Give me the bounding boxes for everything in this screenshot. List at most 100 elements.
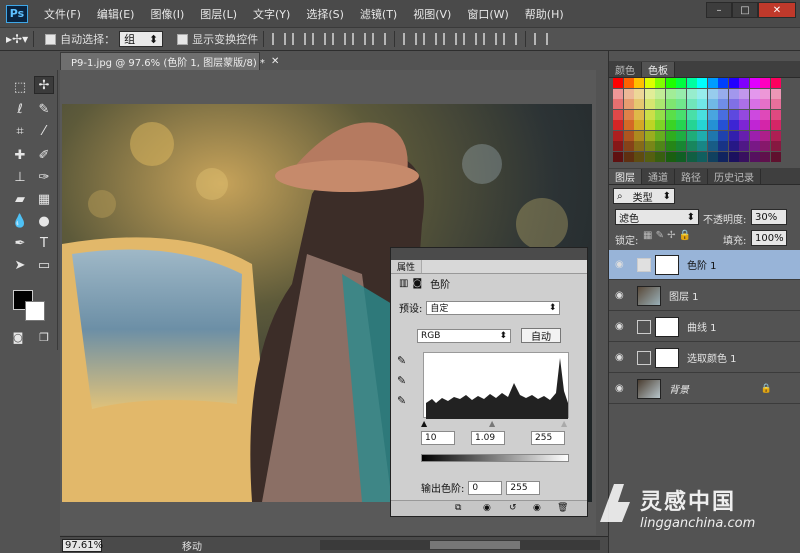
tab-paths[interactable]: 路径 xyxy=(675,169,708,184)
color-swatch[interactable] xyxy=(655,99,665,109)
color-swatch[interactable] xyxy=(655,141,665,151)
color-swatch[interactable] xyxy=(655,130,665,141)
color-swatch[interactable] xyxy=(676,151,686,162)
input-sliders[interactable]: ▲ ▲ ▲ xyxy=(421,419,571,428)
color-swatch[interactable] xyxy=(634,88,644,99)
quick-mask-icon[interactable]: ◙ xyxy=(8,328,28,346)
fill-field[interactable]: 100% xyxy=(751,230,787,246)
color-swatch[interactable] xyxy=(613,109,623,120)
history-brush-tool-icon[interactable]: ✑ xyxy=(34,168,54,186)
color-swatch[interactable] xyxy=(770,99,781,109)
color-swatch[interactable] xyxy=(728,109,739,120)
layer-row[interactable]: ◉ 色阶 1 xyxy=(609,250,800,280)
color-swatch[interactable] xyxy=(760,151,770,162)
color-swatch[interactable] xyxy=(686,109,697,120)
color-swatch[interactable] xyxy=(760,141,770,151)
gamma-slider-icon[interactable]: ▲ xyxy=(489,419,495,428)
path-select-tool-icon[interactable]: ➤ xyxy=(10,256,30,274)
layer-mask-thumbnail[interactable] xyxy=(655,316,679,337)
color-swatch[interactable] xyxy=(728,130,739,141)
menu-image[interactable]: 图像(I) xyxy=(142,6,192,22)
white-point-eyedropper-icon[interactable]: ✎ xyxy=(397,394,406,414)
layer-mask-thumbnail[interactable] xyxy=(655,347,679,368)
lock-icons[interactable]: ▦ ✎ ✢ 🔒 xyxy=(643,230,691,241)
color-swatch[interactable] xyxy=(665,78,676,88)
quick-select-tool-icon[interactable]: ✎ xyxy=(34,100,54,118)
color-swatch[interactable] xyxy=(665,130,676,141)
color-swatch[interactable] xyxy=(665,99,676,109)
color-swatch[interactable] xyxy=(686,99,697,109)
color-swatch[interactable] xyxy=(728,88,739,99)
color-swatch[interactable] xyxy=(676,78,686,88)
healing-brush-tool-icon[interactable]: ✚ xyxy=(10,146,30,164)
color-swatch[interactable] xyxy=(676,120,686,130)
tab-history[interactable]: 历史记录 xyxy=(708,169,761,184)
color-swatch[interactable] xyxy=(707,151,718,162)
color-swatch[interactable] xyxy=(749,78,760,88)
color-swatch[interactable] xyxy=(718,99,728,109)
color-swatch[interactable] xyxy=(749,120,760,130)
color-swatch[interactable] xyxy=(697,130,707,141)
tab-properties[interactable]: 属性 xyxy=(391,260,423,273)
color-swatch[interactable] xyxy=(718,130,728,141)
color-swatch[interactable] xyxy=(697,120,707,130)
color-swatch[interactable] xyxy=(707,141,718,151)
visibility-eye-icon[interactable]: ◉ xyxy=(615,352,631,363)
color-swatch[interactable] xyxy=(770,151,781,162)
color-swatch[interactable] xyxy=(644,109,655,120)
visibility-eye-icon[interactable]: ◉ xyxy=(533,503,541,513)
gray-point-eyedropper-icon[interactable]: ✎ xyxy=(397,374,406,394)
color-swatch[interactable] xyxy=(686,78,697,88)
color-swatch[interactable] xyxy=(665,109,676,120)
color-swatch[interactable] xyxy=(739,120,749,130)
color-swatch[interactable] xyxy=(644,88,655,99)
color-swatch[interactable] xyxy=(665,141,676,151)
input-gamma-field[interactable]: 1.09 xyxy=(471,431,505,445)
document-tab[interactable]: P9-1.jpg @ 97.6% (色阶 1, 图层蒙版/8) * ✕ xyxy=(60,52,279,70)
blur-tool-icon[interactable]: 💧 xyxy=(10,212,30,230)
color-swatch[interactable] xyxy=(644,78,655,88)
color-swatch[interactable] xyxy=(644,120,655,130)
color-swatch[interactable] xyxy=(739,130,749,141)
menu-filter[interactable]: 滤镜(T) xyxy=(352,6,405,22)
dodge-tool-icon[interactable]: ● xyxy=(34,212,54,230)
color-swatch[interactable] xyxy=(760,78,770,88)
color-swatch[interactable] xyxy=(623,99,634,109)
color-swatch[interactable] xyxy=(613,88,623,99)
color-swatch[interactable] xyxy=(676,141,686,151)
distribute-hcenter-icon[interactable] xyxy=(483,33,498,45)
color-swatch[interactable] xyxy=(770,109,781,120)
close-icon[interactable]: ✕ xyxy=(271,56,279,67)
clone-stamp-tool-icon[interactable]: ⊥ xyxy=(10,168,30,186)
color-swatch[interactable] xyxy=(634,151,644,162)
auto-align-icon[interactable] xyxy=(534,33,549,45)
color-swatch[interactable] xyxy=(749,151,760,162)
color-swatch[interactable] xyxy=(760,88,770,99)
screen-mode-icon[interactable]: ❐ xyxy=(34,328,54,346)
color-swatch[interactable] xyxy=(697,109,707,120)
menu-view[interactable]: 视图(V) xyxy=(405,6,459,22)
color-swatch[interactable] xyxy=(623,141,634,151)
color-swatch[interactable] xyxy=(613,120,623,130)
color-swatch[interactable] xyxy=(707,99,718,109)
color-swatch[interactable] xyxy=(718,120,728,130)
color-swatch[interactable] xyxy=(686,120,697,130)
layer-row[interactable]: ◉ 选取颜色 1 xyxy=(609,343,800,373)
menu-type[interactable]: 文字(Y) xyxy=(245,6,298,22)
color-swatch[interactable] xyxy=(634,120,644,130)
marquee-tool-icon[interactable]: ⬚ xyxy=(10,78,30,96)
black-point-eyedropper-icon[interactable]: ✎ xyxy=(397,354,406,374)
auto-button[interactable]: 自动 xyxy=(521,328,561,343)
properties-header[interactable] xyxy=(391,248,587,260)
visibility-eye-icon[interactable]: ◉ xyxy=(615,290,631,301)
align-vcenter-icon[interactable] xyxy=(292,33,307,45)
color-swatch[interactable] xyxy=(770,130,781,141)
align-hcenter-icon[interactable] xyxy=(352,33,367,45)
color-swatch[interactable] xyxy=(613,99,623,109)
preset-dropdown[interactable]: 自定 ⬍ xyxy=(426,300,561,315)
align-top-icon[interactable] xyxy=(272,33,287,45)
color-swatch[interactable] xyxy=(739,78,749,88)
scrollbar-thumb[interactable] xyxy=(430,541,520,549)
color-swatch[interactable] xyxy=(707,120,718,130)
color-swatch[interactable] xyxy=(739,88,749,99)
